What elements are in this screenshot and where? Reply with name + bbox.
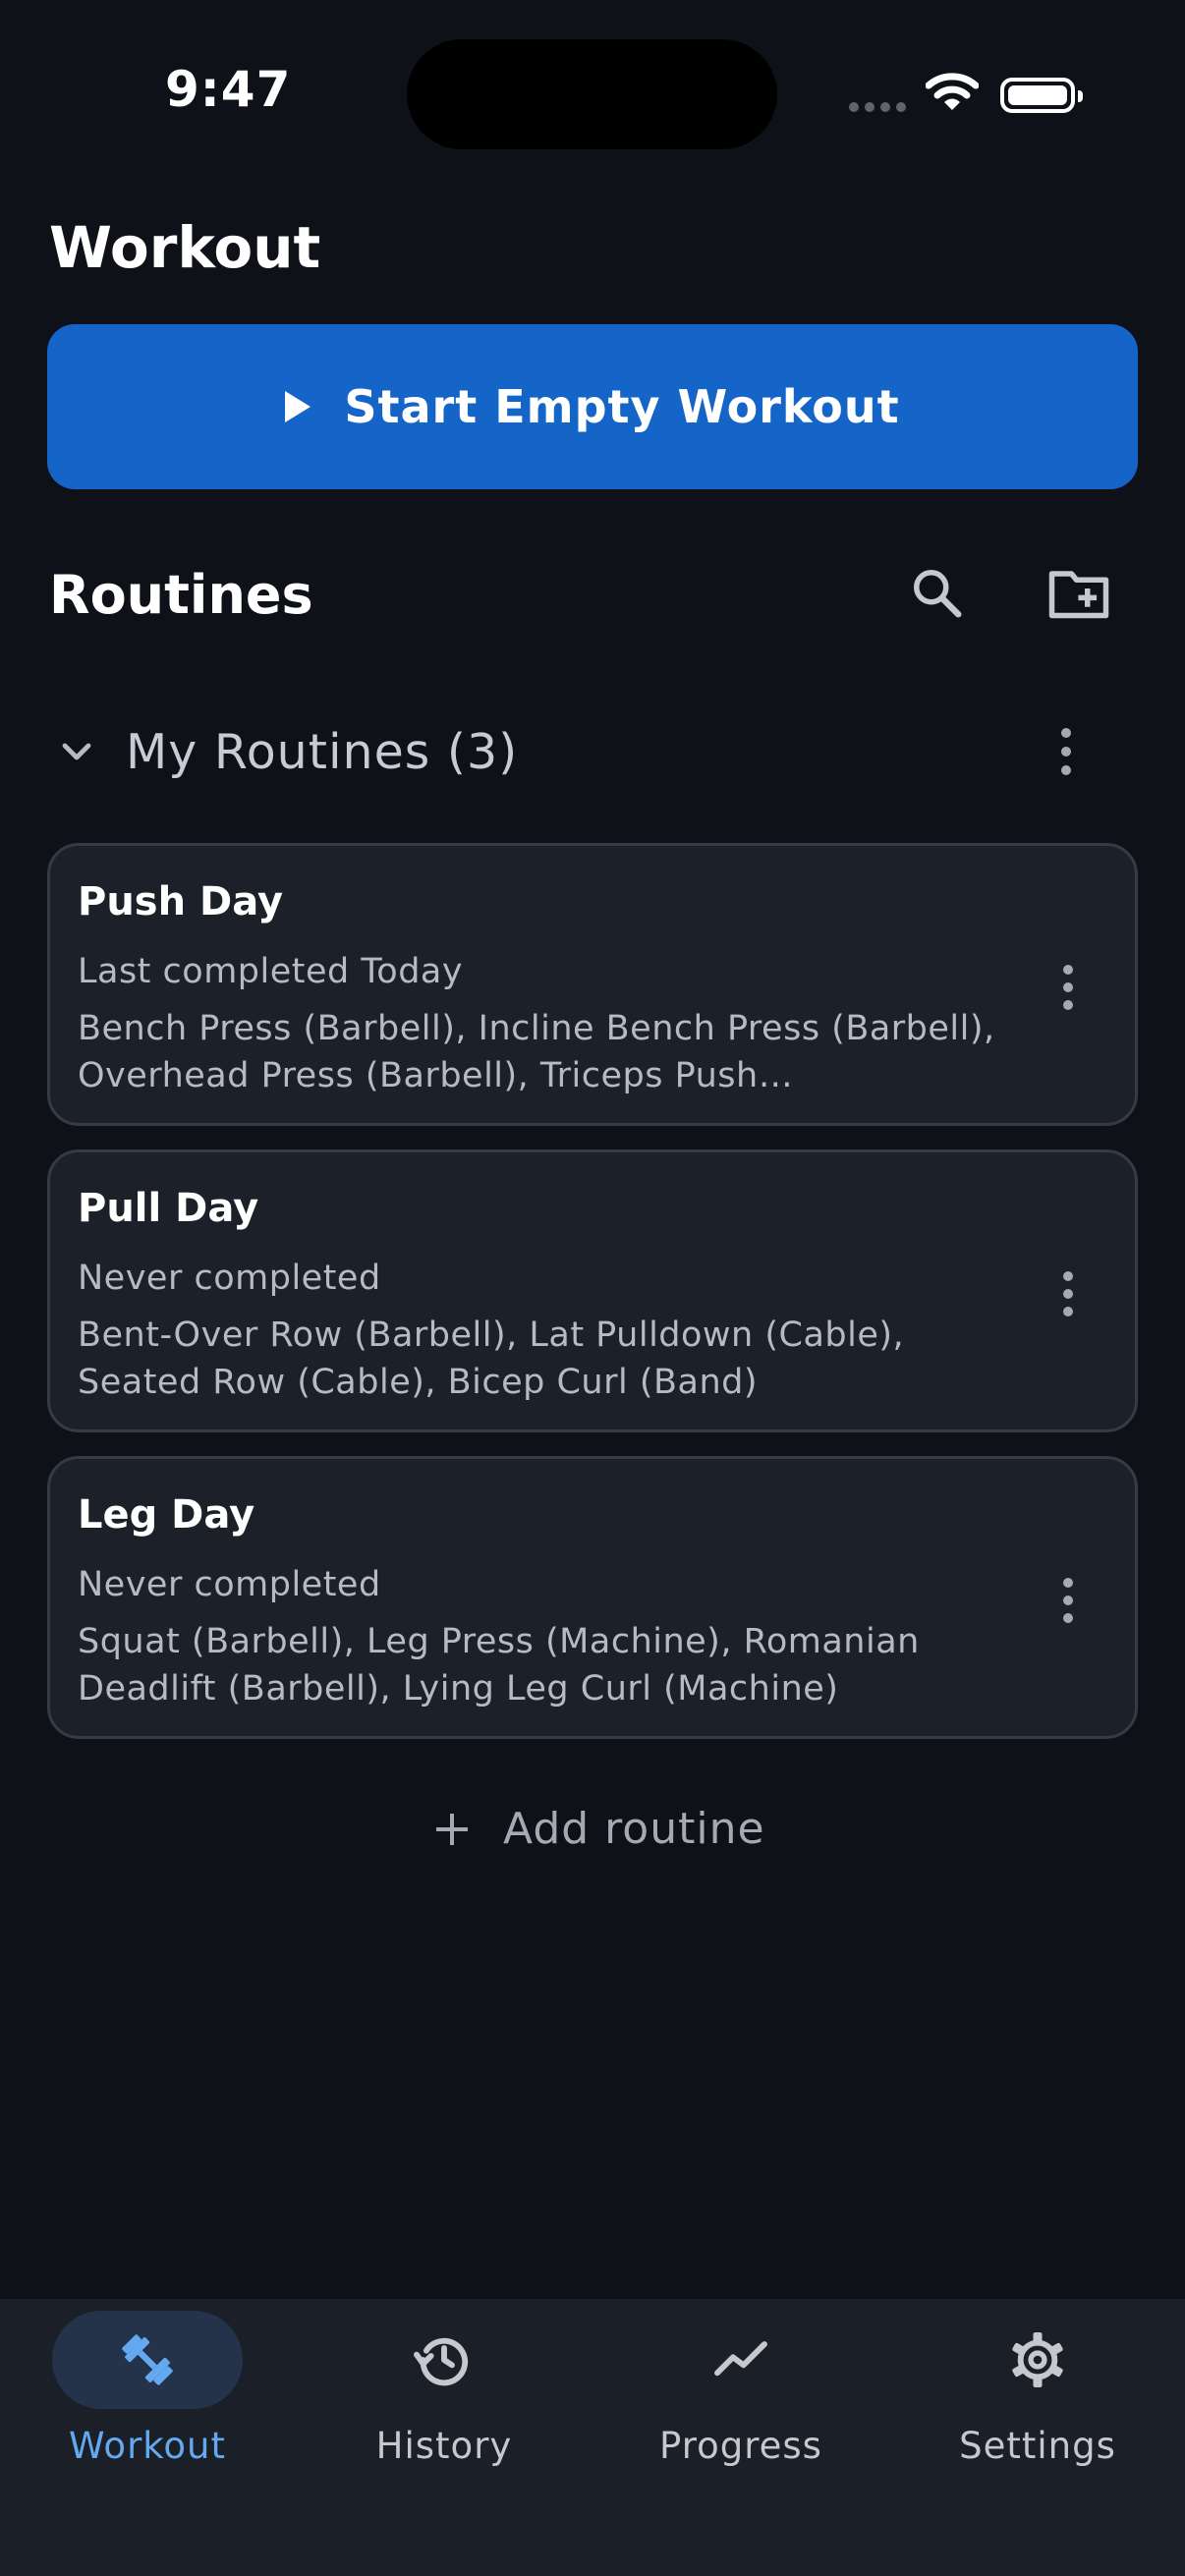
nav-label: Settings	[959, 2425, 1116, 2467]
nav-item-history[interactable]: History	[297, 2299, 592, 2576]
routine-more-button[interactable]	[1039, 948, 1098, 1027]
history-icon	[414, 2337, 469, 2386]
routine-exercises: Bench Press (Barbell), Incline Bench Pre…	[78, 1009, 995, 1095]
page-title: Workout	[49, 214, 321, 281]
add-routine-button[interactable]: Add routine	[432, 1804, 765, 1854]
cellular-signal-icon	[849, 102, 906, 112]
routine-exercises: Squat (Barbell), Leg Press (Machine), Ro…	[78, 1622, 920, 1708]
new-folder-icon	[1048, 571, 1109, 619]
routine-card-pull-day[interactable]: Pull Day Never completed Bent-Over Row (…	[47, 1149, 1138, 1432]
trending-icon	[714, 2341, 767, 2377]
dynamic-island	[407, 39, 777, 149]
nav-item-settings[interactable]: Settings	[890, 2299, 1185, 2576]
routine-more-button[interactable]	[1039, 1255, 1098, 1333]
wifi-icon	[926, 73, 979, 110]
routine-exercises: Bent-Over Row (Barbell), Lat Pulldown (C…	[78, 1316, 905, 1402]
folder-more-button[interactable]	[1042, 707, 1091, 796]
dumbbell-icon	[122, 2334, 173, 2385]
search-icon	[914, 570, 962, 618]
add-routine-label: Add routine	[503, 1804, 765, 1854]
nav-label: Progress	[659, 2425, 822, 2467]
gear-icon	[1012, 2332, 1063, 2387]
battery-icon	[1000, 78, 1083, 113]
chevron-down-icon	[62, 743, 91, 760]
routines-heading: Routines	[49, 564, 313, 626]
nav-label: Workout	[69, 2425, 226, 2467]
routine-title: Leg Day	[78, 1492, 255, 1538]
folder-label: My Routines (3)	[126, 723, 519, 780]
more-vert-icon	[1063, 1271, 1073, 1281]
play-icon	[285, 391, 311, 422]
routine-title: Pull Day	[78, 1186, 259, 1231]
nav-item-workout[interactable]: Workout	[0, 2299, 295, 2576]
nav-item-progress[interactable]: Progress	[593, 2299, 888, 2576]
bottom-navigation: Workout History Progress Settings	[0, 2299, 1185, 2576]
routine-card-push-day[interactable]: Push Day Last completed Today Bench Pres…	[47, 843, 1138, 1126]
routine-status: Never completed	[78, 1565, 381, 1604]
routine-card-leg-day[interactable]: Leg Day Never completed Squat (Barbell),…	[47, 1456, 1138, 1739]
routine-more-button[interactable]	[1039, 1561, 1098, 1640]
search-button[interactable]	[888, 544, 987, 643]
start-empty-workout-label: Start Empty Workout	[344, 380, 900, 433]
start-empty-workout-button[interactable]: Start Empty Workout	[47, 324, 1138, 489]
routine-status: Last completed Today	[78, 952, 464, 991]
more-vert-icon	[1063, 1578, 1073, 1588]
more-vert-icon	[1063, 965, 1073, 975]
more-vert-icon	[1061, 728, 1071, 738]
status-time: 9:47	[165, 61, 292, 118]
plus-icon	[436, 1813, 468, 1845]
routine-title: Push Day	[78, 879, 284, 924]
routine-status: Never completed	[78, 1259, 381, 1298]
new-folder-button[interactable]	[1030, 544, 1128, 643]
nav-label: History	[375, 2425, 513, 2467]
routine-folder-header[interactable]: My Routines (3)	[49, 707, 1140, 796]
